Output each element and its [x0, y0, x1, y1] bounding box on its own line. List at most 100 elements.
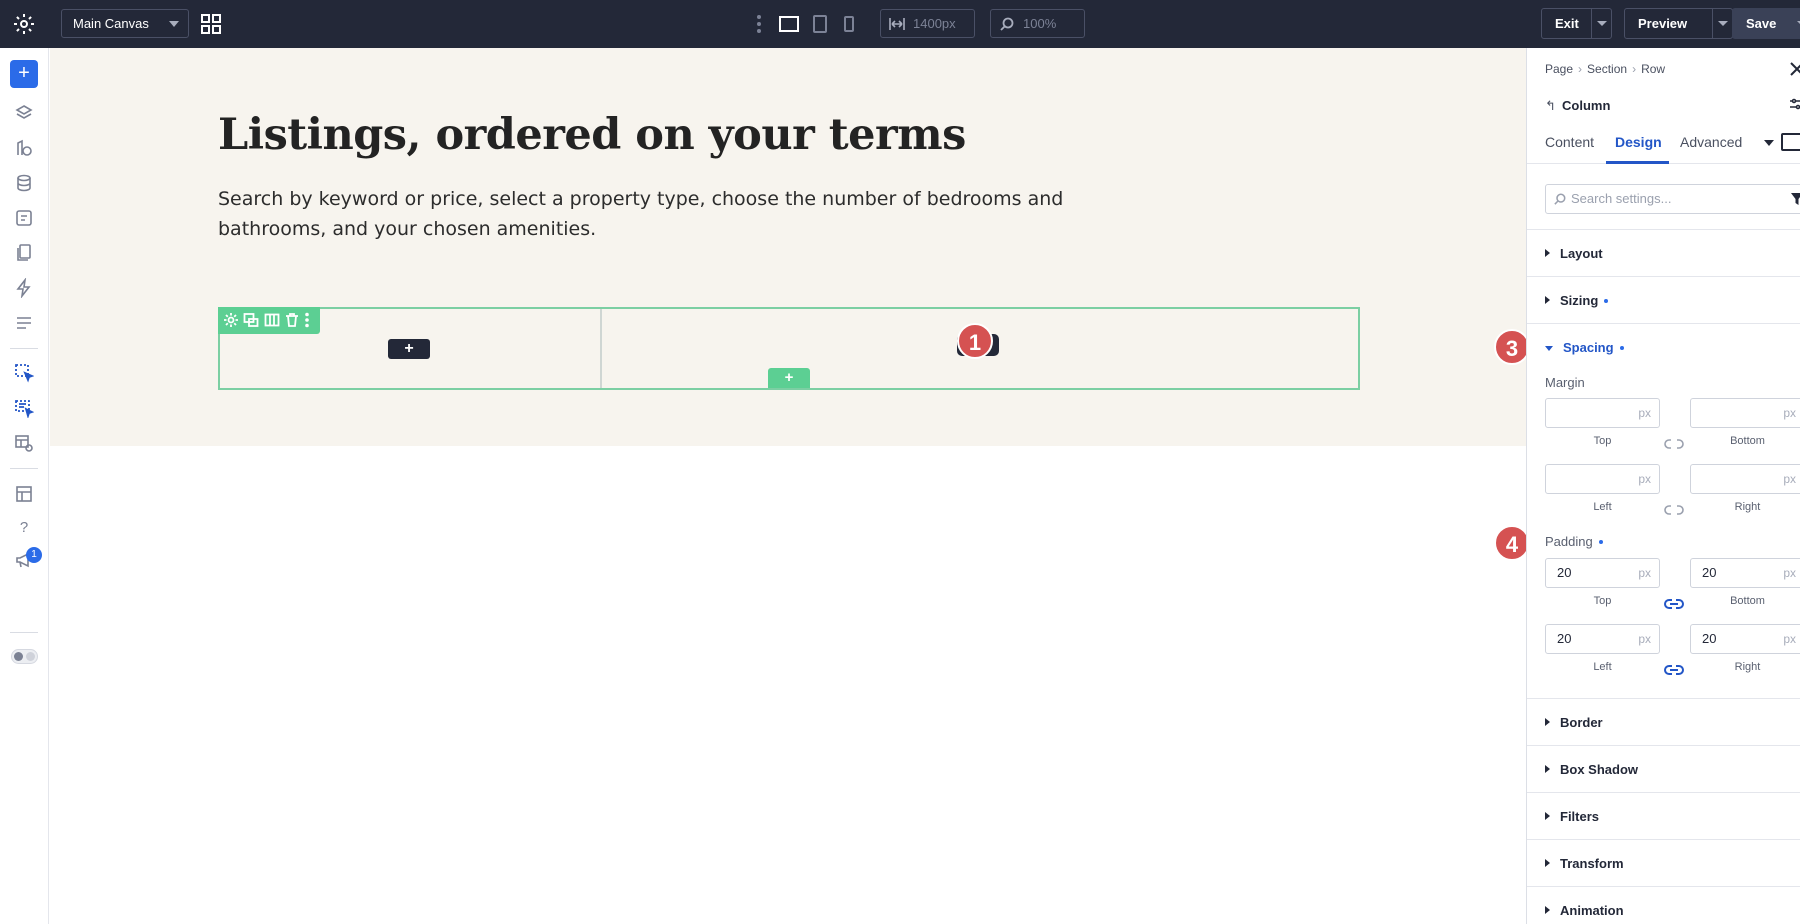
padding-top-input[interactable]: 20 px	[1545, 558, 1660, 588]
close-icon[interactable]	[1788, 60, 1800, 78]
chevron-down-icon[interactable]	[1764, 140, 1774, 146]
preview-dropdown-icon[interactable]	[1712, 9, 1732, 38]
more-options-icon[interactable]	[303, 312, 311, 328]
caret-right-icon	[1545, 718, 1550, 726]
preview-button[interactable]: Preview	[1624, 8, 1733, 39]
column-layout-icon[interactable]	[264, 312, 280, 328]
section-spacing[interactable]: Spacing	[1545, 340, 1624, 355]
design-library-icon[interactable]	[14, 138, 34, 158]
more-vertical-icon[interactable]	[755, 14, 763, 34]
desktop-view-icon[interactable]	[777, 12, 801, 36]
padding-left-input[interactable]: 20 px	[1545, 624, 1660, 654]
breadcrumb-page[interactable]: Page	[1545, 62, 1573, 76]
tab-content[interactable]: Content	[1545, 134, 1594, 150]
duplicate-icon[interactable]	[243, 312, 259, 328]
add-row-button[interactable]: +	[768, 368, 810, 388]
section-transform[interactable]: Transform	[1545, 856, 1624, 871]
margin-top-input[interactable]: px	[1545, 398, 1660, 428]
section-sizing-label: Sizing	[1560, 293, 1599, 308]
canvas-width-input[interactable]: 1400px	[880, 9, 975, 38]
section-sizing[interactable]: Sizing	[1545, 293, 1609, 308]
column-divider[interactable]	[600, 309, 602, 388]
link-icon[interactable]	[1664, 597, 1684, 609]
section-box-shadow[interactable]: Box Shadow	[1545, 762, 1638, 777]
structure-icon[interactable]	[14, 313, 34, 333]
modified-dot	[1604, 299, 1609, 303]
settings-gear-icon[interactable]	[12, 12, 36, 36]
padding-right-value: 20	[1702, 631, 1717, 646]
section-filters[interactable]: Filters	[1545, 809, 1599, 824]
help-icon[interactable]: ?	[14, 518, 34, 538]
forms-icon[interactable]	[14, 208, 34, 228]
template-preview-icon[interactable]	[14, 433, 34, 453]
element-title: ↰ Column	[1545, 98, 1610, 114]
section-layout[interactable]: Layout	[1545, 246, 1603, 261]
search-settings-input[interactable]: Search settings...	[1545, 184, 1800, 214]
tab-advanced[interactable]: Advanced	[1680, 134, 1742, 150]
add-element-button[interactable]: +	[10, 60, 38, 88]
unit-label: px	[1783, 472, 1796, 486]
section-transform-label: Transform	[1560, 856, 1624, 871]
layers-icon[interactable]	[14, 103, 34, 123]
selected-row[interactable]: + +	[218, 307, 1360, 390]
left-sidebar: + ? 1	[0, 48, 49, 924]
rail-divider	[10, 468, 38, 469]
unlink-icon[interactable]	[1664, 437, 1684, 449]
theme-toggle[interactable]	[11, 649, 38, 664]
margin-left-input[interactable]: px	[1545, 464, 1660, 494]
delete-icon[interactable]	[284, 312, 300, 328]
pages-icon[interactable]	[14, 243, 34, 263]
unlink-icon[interactable]	[1664, 503, 1684, 515]
breadcrumb-section[interactable]: Section	[1587, 62, 1627, 76]
padding-bottom-input[interactable]: 20 px	[1690, 558, 1800, 588]
theme-builder-icon[interactable]	[14, 484, 34, 504]
unit-label: px	[1638, 406, 1651, 420]
hero-description[interactable]: Search by keyword or price, select a pro…	[218, 184, 1078, 244]
rail-divider	[10, 632, 38, 633]
section-border[interactable]: Border	[1545, 715, 1603, 730]
lightning-icon[interactable]	[14, 277, 34, 299]
section-divider	[1527, 745, 1800, 746]
margin-right-input[interactable]: px	[1690, 464, 1800, 494]
padding-top-caption: Top	[1593, 595, 1612, 607]
section-divider	[1527, 886, 1800, 887]
section-animation-label: Animation	[1560, 903, 1624, 918]
element-options-icon[interactable]	[1788, 96, 1800, 112]
link-icon[interactable]	[1664, 663, 1684, 675]
zoom-input[interactable]: 100%	[990, 9, 1085, 38]
padding-bottom-caption: Bottom	[1730, 595, 1765, 607]
column-settings-icon[interactable]	[223, 312, 239, 328]
database-icon[interactable]	[14, 173, 34, 193]
add-module-button[interactable]: +	[388, 339, 430, 359]
mobile-view-icon[interactable]	[840, 12, 858, 36]
search-icon	[1000, 17, 1014, 31]
margin-bottom-input[interactable]: px	[1690, 398, 1800, 428]
grid-view-icon[interactable]	[200, 13, 222, 35]
back-arrow-icon[interactable]: ↰	[1545, 98, 1557, 114]
pointer-select-icon[interactable]	[14, 363, 35, 383]
hero-heading[interactable]: Listings, ordered on your terms	[218, 110, 966, 160]
step-marker-3: 3	[1494, 329, 1530, 365]
preset-box-icon[interactable]	[1781, 133, 1800, 151]
margin-bottom-caption: Bottom	[1730, 435, 1765, 447]
save-dropdown-icon[interactable]	[1791, 9, 1800, 38]
preview-label: Preview	[1638, 16, 1688, 31]
exit-button[interactable]: Exit	[1541, 8, 1612, 39]
unit-label: px	[1783, 406, 1796, 420]
section-animation[interactable]: Animation	[1545, 903, 1624, 918]
padding-bottom-value: 20	[1702, 565, 1717, 580]
column-label: Column	[1562, 98, 1611, 113]
exit-dropdown-icon[interactable]	[1591, 9, 1611, 38]
multi-select-icon[interactable]	[14, 398, 35, 420]
hero-section[interactable]: Listings, ordered on your terms Search b…	[50, 48, 1526, 446]
tablet-view-icon[interactable]	[810, 12, 830, 36]
breadcrumb-row[interactable]: Row	[1641, 62, 1665, 76]
section-divider	[1527, 276, 1800, 277]
filter-icon[interactable]	[1790, 192, 1800, 206]
save-button[interactable]: Save	[1732, 8, 1800, 39]
section-border-label: Border	[1560, 715, 1603, 730]
canvas-select[interactable]: Main Canvas	[61, 9, 189, 38]
padding-label: Padding	[1545, 534, 1603, 549]
padding-right-input[interactable]: 20 px	[1690, 624, 1800, 654]
tab-design[interactable]: Design	[1615, 134, 1662, 150]
